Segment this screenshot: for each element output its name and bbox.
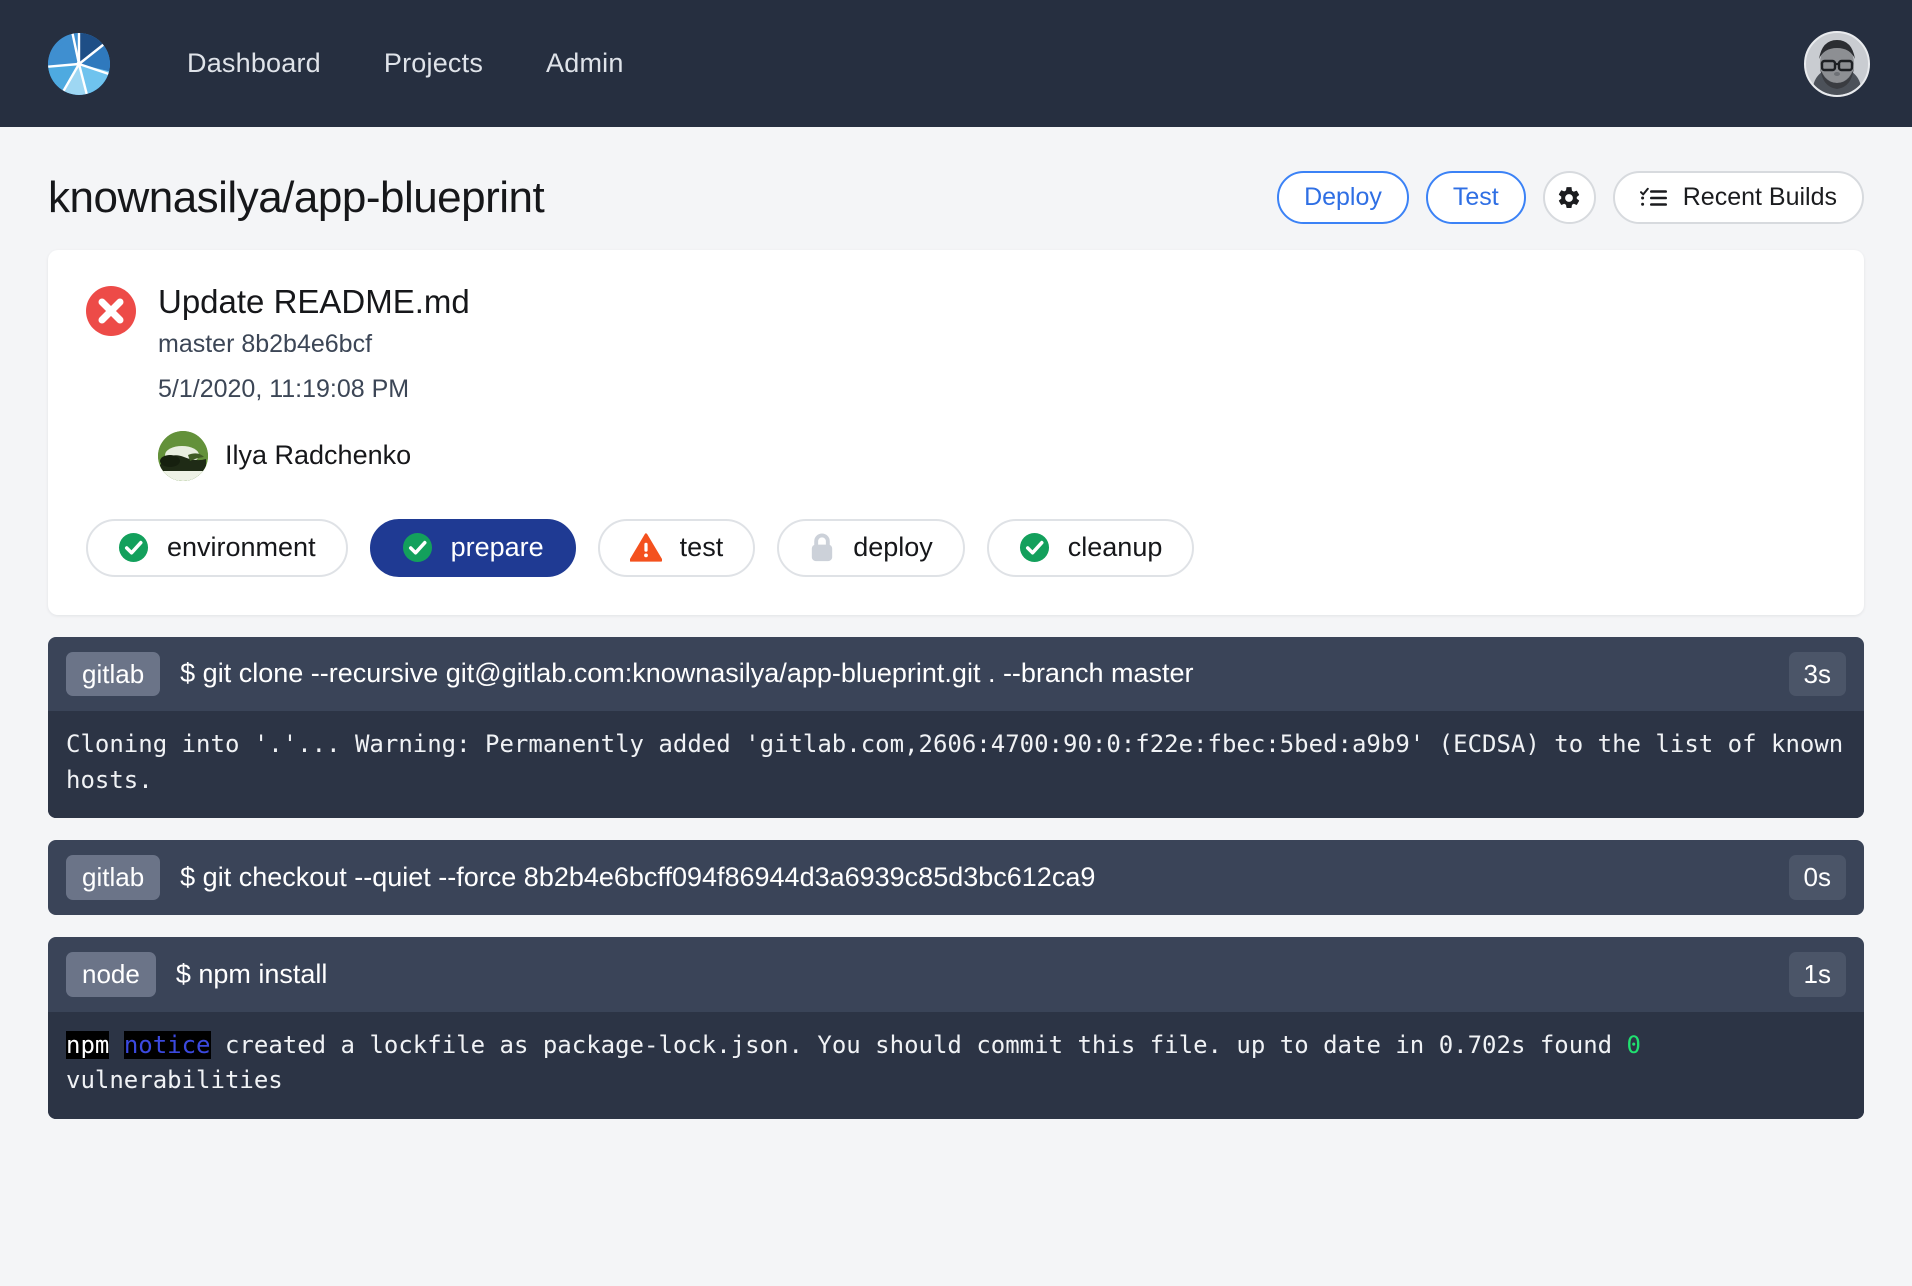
pipeline-stages: environment prepare (86, 519, 1826, 577)
settings-button[interactable] (1543, 171, 1596, 224)
log-block-git-clone: gitlab $ git clone --recursive git@gitla… (48, 637, 1864, 819)
recent-builds-label: Recent Builds (1683, 183, 1837, 212)
page-title: knownasilya/app-blueprint (48, 173, 544, 223)
nav-link-projects[interactable]: Projects (384, 48, 483, 79)
stage-deploy[interactable]: deploy (777, 519, 965, 577)
build-title: Update README.md (158, 282, 470, 322)
stage-label: deploy (853, 532, 933, 563)
notice-token: notice (124, 1031, 211, 1059)
deploy-button[interactable]: Deploy (1277, 171, 1409, 224)
stage-test[interactable]: test (598, 519, 756, 577)
log-command-text: $ git checkout --quiet --force 8b2b4e6bc… (180, 862, 1095, 893)
top-navbar: Dashboard Projects Admin (0, 0, 1912, 127)
log-command-row[interactable]: gitlab $ git clone --recursive git@gitla… (48, 637, 1864, 712)
stage-label: cleanup (1068, 532, 1163, 563)
build-author: Ilya Radchenko (158, 431, 470, 481)
log-output-body: created a lockfile as package-lock.json.… (211, 1031, 1627, 1059)
stage-label: environment (167, 532, 316, 563)
build-summary-card: Update README.md master 8b2b4e6bcf 5/1/2… (48, 250, 1864, 615)
page-header: knownasilya/app-blueprint Deploy Test (48, 127, 1864, 250)
compass-logo-icon[interactable] (48, 33, 110, 95)
checklist-icon (1640, 186, 1668, 210)
page-content: knownasilya/app-blueprint Deploy Test (0, 127, 1912, 1201)
build-meta: Update README.md master 8b2b4e6bcf 5/1/2… (158, 282, 470, 481)
build-header: Update README.md master 8b2b4e6bcf 5/1/2… (86, 282, 1826, 481)
recent-builds-button[interactable]: Recent Builds (1613, 171, 1864, 224)
stage-prepare[interactable]: prepare (370, 519, 576, 577)
nav-link-admin[interactable]: Admin (546, 48, 624, 79)
log-command-row[interactable]: node $ npm install 1s (48, 937, 1864, 1012)
stage-environment[interactable]: environment (86, 519, 348, 577)
stage-label: test (680, 532, 724, 563)
lock-icon (809, 532, 835, 563)
log-command-text: $ npm install (176, 959, 328, 990)
check-circle-icon (1019, 532, 1050, 563)
test-button[interactable]: Test (1426, 171, 1526, 224)
npm-token: npm (66, 1031, 109, 1059)
log-command-text: $ git clone --recursive git@gitlab.com:k… (180, 658, 1193, 689)
log-block-npm-install: node $ npm install 1s npm notice created… (48, 937, 1864, 1119)
warning-triangle-icon (630, 532, 662, 563)
log-duration-badge: 1s (1789, 952, 1846, 997)
log-tag: node (66, 952, 156, 997)
primary-navigation: Dashboard Projects Admin (187, 48, 624, 79)
vulnerability-count: 0 (1627, 1031, 1641, 1059)
stage-label: prepare (451, 532, 544, 563)
check-circle-icon (402, 532, 433, 563)
header-actions: Deploy Test (1277, 171, 1864, 224)
gear-icon (1556, 185, 1582, 211)
check-circle-icon (118, 532, 149, 563)
user-avatar[interactable] (1804, 31, 1870, 97)
build-log-list: gitlab $ git clone --recursive git@gitla… (48, 637, 1864, 1201)
log-duration-badge: 0s (1789, 855, 1846, 900)
author-name: Ilya Radchenko (225, 440, 411, 471)
build-timestamp: 5/1/2020, 11:19:08 PM (158, 370, 470, 409)
author-avatar (158, 431, 208, 481)
log-tag: gitlab (66, 652, 160, 697)
stage-cleanup[interactable]: cleanup (987, 519, 1195, 577)
log-output-text: npm notice created a lockfile as package… (48, 1012, 1864, 1119)
log-block-git-checkout: gitlab $ git checkout --quiet --force 8b… (48, 840, 1864, 915)
nav-link-dashboard[interactable]: Dashboard (187, 48, 321, 79)
log-duration-badge: 3s (1789, 652, 1846, 697)
log-output-text: Cloning into '.'... Warning: Permanently… (48, 711, 1864, 818)
build-branch: master 8b2b4e6bcf (158, 326, 470, 364)
error-circle-x-icon (86, 286, 136, 341)
log-tag: gitlab (66, 855, 160, 900)
log-command-row[interactable]: gitlab $ git checkout --quiet --force 8b… (48, 840, 1864, 915)
